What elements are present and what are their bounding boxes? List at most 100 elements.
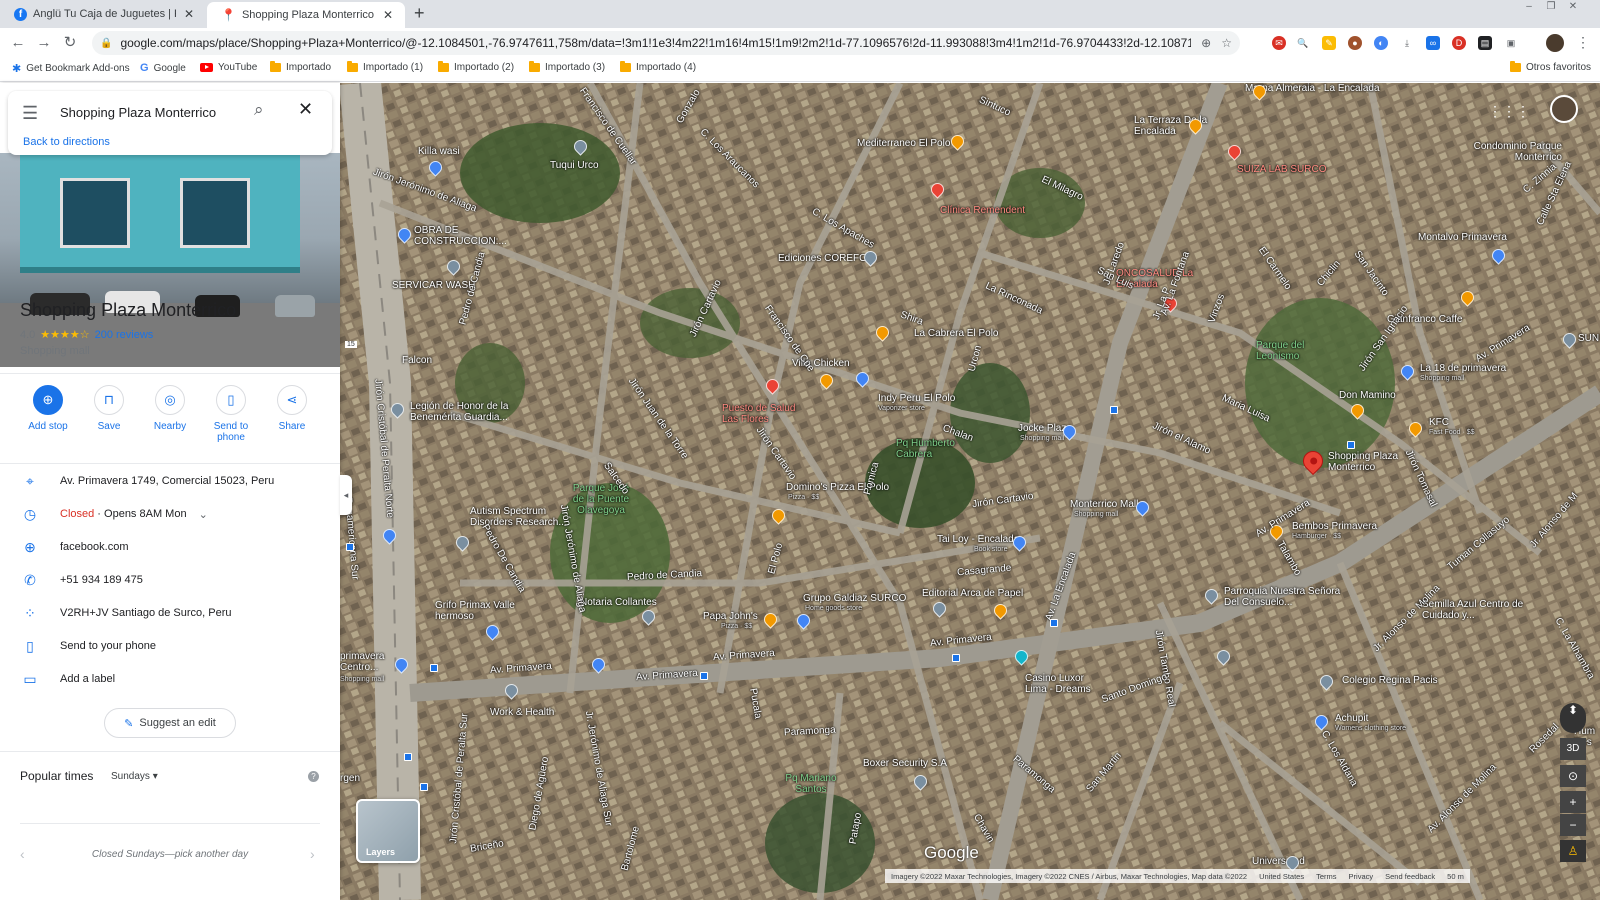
close-tab-icon[interactable]: ✕ <box>381 8 395 22</box>
image-extension-icon[interactable]: ▣ <box>1504 36 1518 50</box>
other-bookmarks[interactable]: Otros favoritos <box>1510 61 1591 73</box>
map-label[interactable]: Boxer Security S.A <box>863 758 947 769</box>
map-label[interactable]: Legión de Honor de la Benemérita Guardia… <box>410 401 530 423</box>
profile-avatar[interactable] <box>1546 34 1564 52</box>
map-label[interactable]: Grifo Primax Valle hermoso <box>435 600 515 622</box>
map-label[interactable]: Editorial Arca de Papel <box>922 588 1023 599</box>
bus-stop-icon[interactable] <box>420 783 428 791</box>
bus-stop-icon[interactable] <box>346 543 354 551</box>
map-label[interactable]: Achupit <box>1335 713 1368 724</box>
bookmark-item[interactable]: ✱ Get Bookmark Add-ons <box>12 62 130 75</box>
tab-facebook[interactable]: f Anglü Tu Caja de Juguetes | Facebo ✕ <box>0 0 206 28</box>
address-bar[interactable]: 🔒 google.com/maps/place/Shopping+Plaza+M… <box>92 31 1240 55</box>
map-label[interactable]: La Cabrera El Polo <box>914 328 999 339</box>
bookmark-item[interactable]: Importado (2) <box>438 61 514 73</box>
map-label-selected[interactable]: Shopping Plaza Monterrico <box>1328 451 1408 473</box>
extension-icon[interactable]: ✉ <box>1272 36 1286 50</box>
bookmark-item[interactable]: Importado <box>270 61 331 73</box>
map-label[interactable]: Condominio Parque Monterrico <box>1462 141 1562 163</box>
chevron-down-icon[interactable]: ⌄ <box>199 508 208 521</box>
star-icon[interactable]: ☆ <box>1221 36 1232 50</box>
3d-toggle-button[interactable]: 3D <box>1560 738 1586 760</box>
map-label[interactable]: SUN <box>1578 333 1599 344</box>
map-label[interactable]: Mediterraneo El Polo <box>857 138 950 149</box>
nearby-button[interactable]: ◎ Nearby <box>140 385 200 432</box>
map-label[interactable]: Papa John's <box>703 611 758 622</box>
map-label[interactable]: Don Mamino <box>1339 390 1396 401</box>
help-icon[interactable]: ? <box>308 771 319 782</box>
download-icon[interactable]: ⤓ <box>1400 36 1414 50</box>
satellite-map[interactable]: Killa wasi Tuqui Urco Mediterraneo El Po… <box>340 83 1600 900</box>
add-label-row[interactable]: ▭ Add a label <box>0 665 340 693</box>
bus-stop-icon[interactable] <box>404 753 412 761</box>
reload-icon[interactable]: ↻ <box>60 33 80 53</box>
map-label[interactable]: OBRA DE CONSTRUCCION:... <box>414 225 524 247</box>
account-avatar[interactable] <box>1550 95 1578 123</box>
lock-icon[interactable]: 🔒 <box>100 38 112 49</box>
map-label[interactable]: Work & Health <box>490 707 554 718</box>
map-label[interactable]: Parroquia Nuestra Señora Del Consuelo... <box>1224 586 1344 608</box>
map-label[interactable]: Tai Loy - Encalada <box>937 534 1019 545</box>
bookmark-item[interactable]: Importado (3) <box>529 61 605 73</box>
share-button[interactable]: ⋖ Share <box>262 385 322 432</box>
url-text[interactable]: google.com/maps/place/Shopping+Plaza+Mon… <box>120 36 1191 50</box>
back-arrow-icon[interactable]: ← <box>8 33 28 53</box>
popular-day-dropdown[interactable]: Sundays ▾ <box>111 771 158 782</box>
map-label[interactable]: Puesto de Salud Las Flores <box>722 403 812 425</box>
back-to-directions-link[interactable]: Back to directions <box>23 136 110 148</box>
bus-stop-icon[interactable] <box>430 664 438 672</box>
map-label[interactable]: Bembos Primavera <box>1292 521 1377 532</box>
map-label[interactable]: primavera Centro... <box>340 651 400 673</box>
hours-row[interactable]: ◷ Closed · Opens 8AM Mon ⌄ <box>0 500 340 528</box>
send-to-phone-button[interactable]: ▯ Send to phone <box>201 385 261 443</box>
map-label[interactable]: Pq Mariano Santos <box>776 773 846 795</box>
map-label[interactable]: Clínica Remendent <box>940 205 1025 216</box>
my-location-icon[interactable]: ⊙ <box>1560 765 1586 787</box>
pegman-icon[interactable]: ♙ <box>1560 840 1586 862</box>
minimize-icon[interactable]: – <box>1520 0 1538 14</box>
zoom-in-button[interactable]: + <box>1560 791 1586 813</box>
install-app-icon[interactable]: ⊕ <box>1201 36 1211 50</box>
map-label[interactable]: Killa wasi <box>418 146 460 157</box>
map-label[interactable]: SERVICAR WASH <box>392 280 475 291</box>
close-icon[interactable]: ✕ <box>298 99 313 120</box>
send-feedback-link[interactable]: Send feedback <box>1385 872 1435 881</box>
new-tab-button[interactable]: + <box>414 3 425 24</box>
extension-icon[interactable]: ◐ <box>1374 36 1388 50</box>
extension-icon[interactable]: ✎ <box>1322 36 1336 50</box>
terms-link[interactable]: Terms <box>1316 872 1336 881</box>
map-label[interactable]: SUIZA LAB SURCO <box>1237 164 1326 175</box>
extension-icon[interactable]: D <box>1452 36 1466 50</box>
send-phone-row[interactable]: ▯ Send to your phone <box>0 632 340 660</box>
place-category[interactable]: Shopping mall <box>20 345 90 357</box>
map-label[interactable]: Falcon <box>402 355 432 366</box>
collapse-panel-button[interactable]: ◂ <box>340 475 352 515</box>
restore-icon[interactable]: ❐ <box>1542 0 1560 14</box>
search-icon[interactable]: ⌕ <box>254 100 264 120</box>
extension-icon[interactable]: ● <box>1348 36 1362 50</box>
close-tab-icon[interactable]: ✕ <box>182 7 196 21</box>
google-apps-icon[interactable]: ⋮⋮⋮ <box>1488 103 1530 120</box>
phone-row[interactable]: ✆ +51 934 189 475 <box>0 566 340 594</box>
website-row[interactable]: ⊕ facebook.com <box>0 533 340 561</box>
map-label[interactable]: Colegio Regina Pacis <box>1342 675 1438 686</box>
privacy-link[interactable]: Privacy <box>1349 872 1374 881</box>
map-label[interactable]: Tuqui Urco <box>550 160 599 171</box>
bus-stop-icon[interactable] <box>700 672 708 680</box>
map-label[interactable]: Grupo Galdiaz SURCO <box>803 593 906 604</box>
suggest-edit-button[interactable]: ✎ Suggest an edit <box>104 708 236 738</box>
bus-stop-icon[interactable] <box>1050 619 1058 627</box>
map-label[interactable]: Montalvo Primavera <box>1418 232 1507 243</box>
map-label[interactable]: Casino Luxor Lima - Dreams <box>1025 673 1105 695</box>
map-label[interactable]: Semilla Azul Centro de Cuidado y... <box>1422 599 1532 621</box>
map-label[interactable]: Ediciones COREFO <box>778 253 867 264</box>
map-label[interactable]: Indy Peru El Polo <box>878 393 955 404</box>
browser-menu-icon[interactable]: ⋮ <box>1576 34 1590 51</box>
forward-arrow-icon[interactable]: → <box>34 33 54 53</box>
map-label[interactable]: La 18 de primavera <box>1420 363 1506 374</box>
bookmark-item[interactable]: G Google <box>140 62 186 74</box>
reviews-link[interactable]: 200 reviews <box>95 329 154 341</box>
bookmark-item[interactable]: Importado (4) <box>620 61 696 73</box>
zoom-out-button[interactable]: − <box>1560 814 1586 836</box>
chevron-right-icon[interactable]: › <box>310 846 315 862</box>
